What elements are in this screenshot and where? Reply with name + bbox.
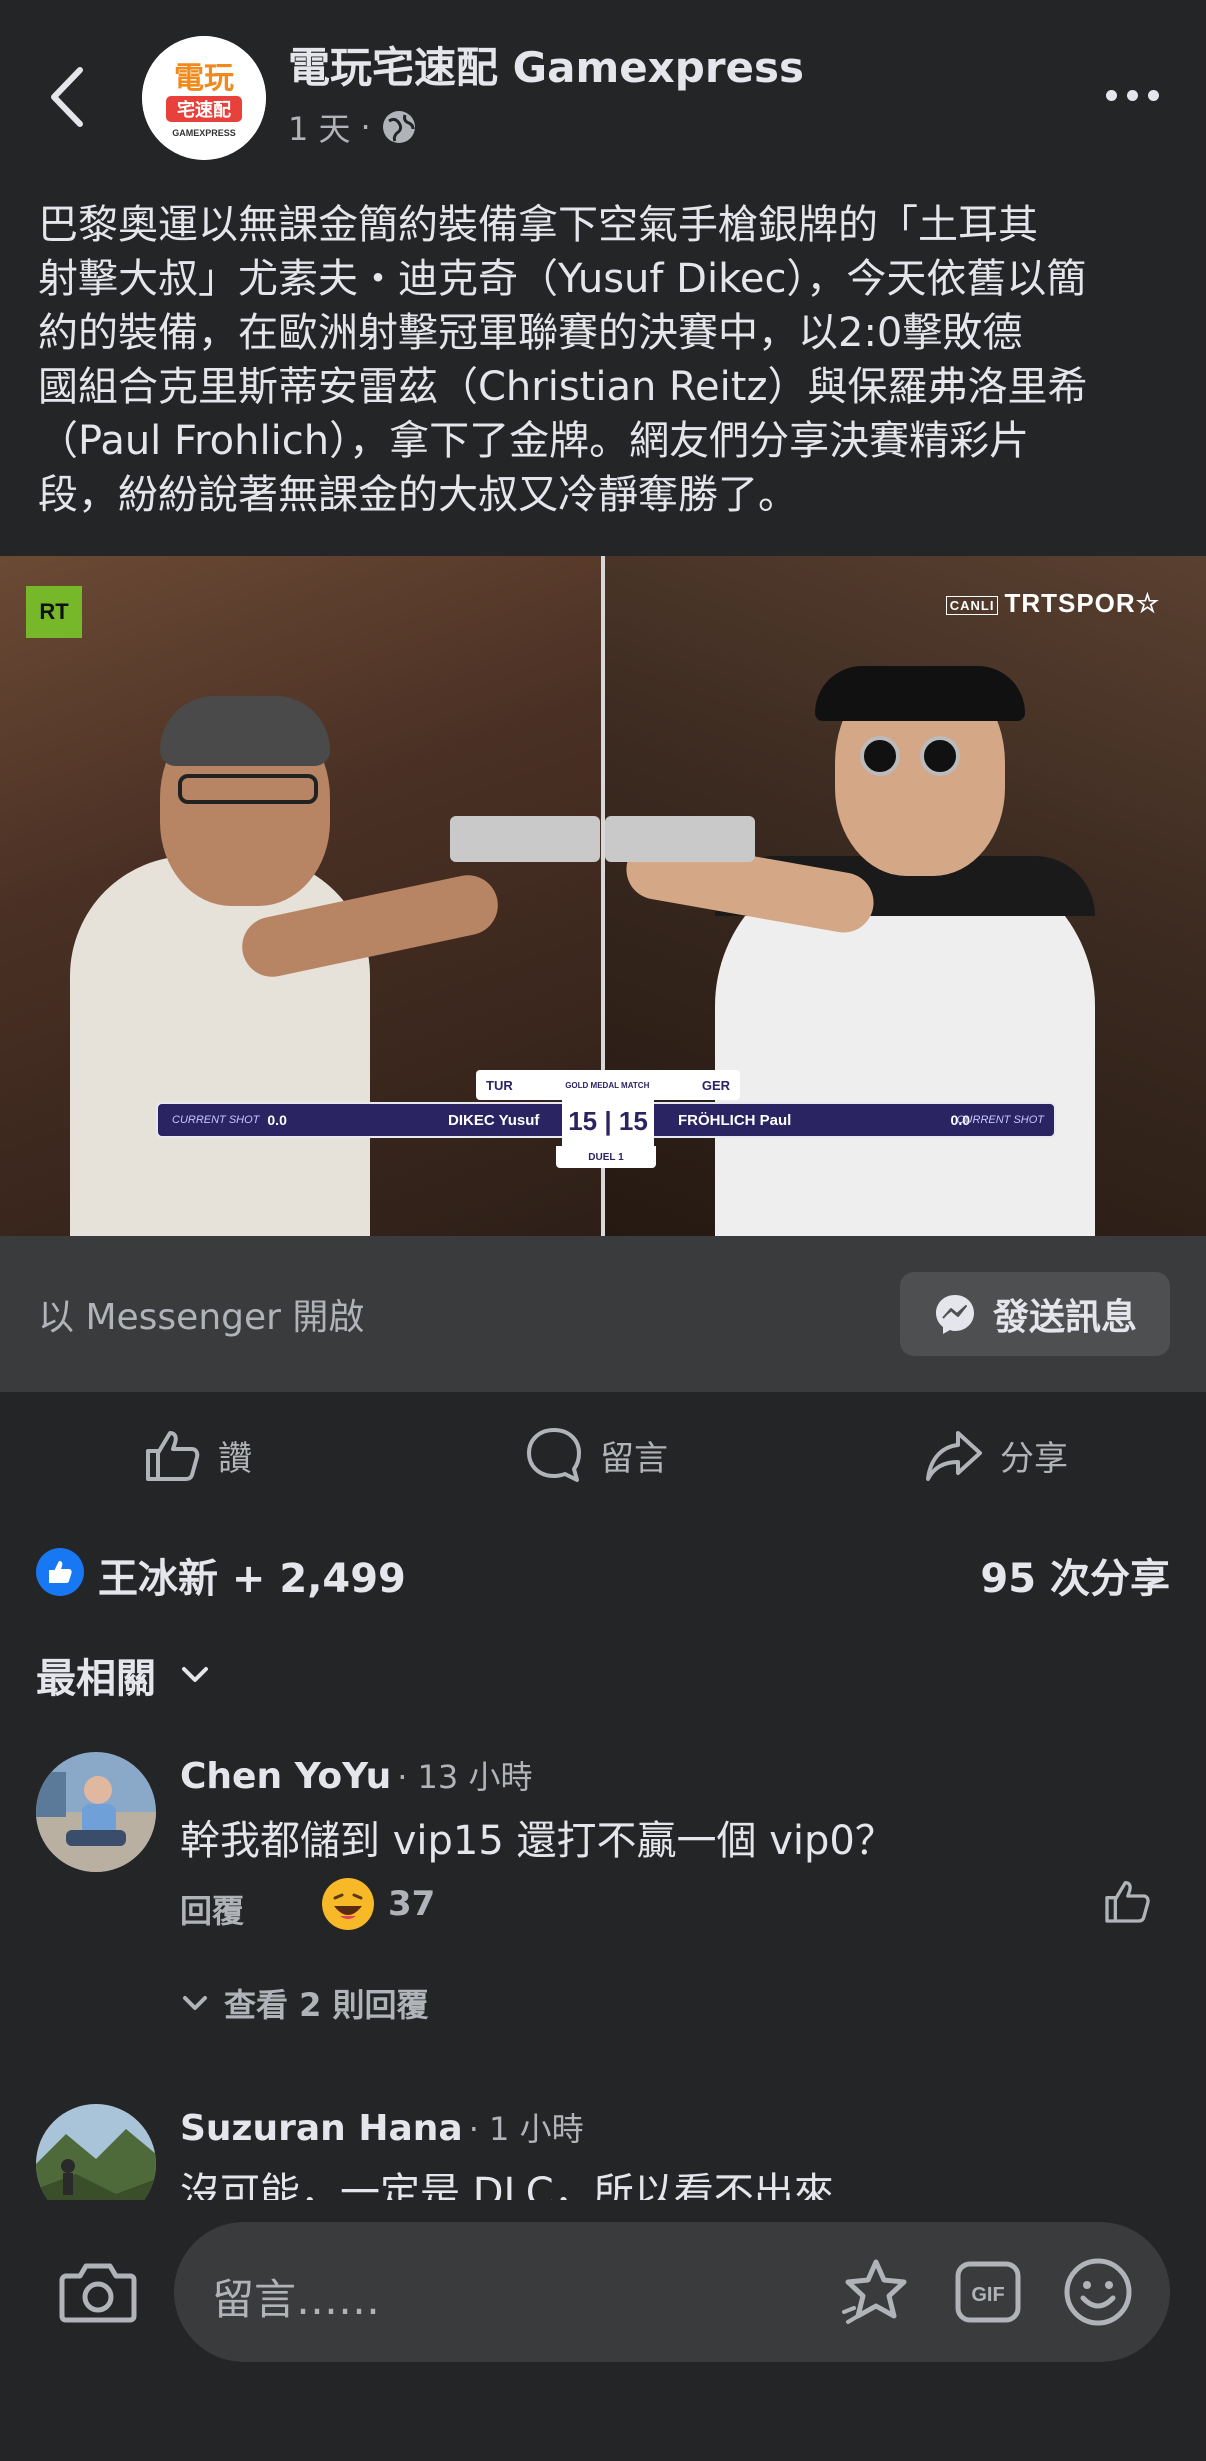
gamexpress-logo: 電玩 宅速配 GAMEXPRESS	[142, 36, 266, 160]
like-button[interactable]: 讚	[142, 1422, 252, 1488]
commenter-avatar[interactable]	[36, 2104, 156, 2200]
post-time: 1 天	[288, 110, 351, 148]
laughing-face-icon	[323, 1879, 373, 1929]
comment-bubble-icon	[527, 1428, 581, 1482]
sort-label: 最相關	[36, 1656, 156, 1702]
like-label: 讚	[218, 1438, 252, 1479]
thumbs-up-icon	[49, 1561, 72, 1583]
pistol-left	[450, 816, 600, 862]
svg-text:GAMEXPRESS: GAMEXPRESS	[172, 128, 236, 138]
gif-icon: GIF	[955, 2261, 1021, 2323]
match-score: 15 | 15	[562, 1092, 654, 1150]
country-ger: GER	[701, 1077, 730, 1093]
post-header: 電玩 宅速配 GAMEXPRESS 電玩宅速配 Gamexpress 1 天 ·	[0, 0, 1206, 180]
avatar-photo	[36, 1752, 156, 1872]
shooter-left-hair	[160, 696, 330, 766]
messenger-bar: 以 Messenger 開啟 發送訊息	[0, 1236, 1206, 1392]
svg-text:電玩: 電玩	[174, 61, 234, 96]
trt-spor-logo: CANLI TRTSPOR☆	[945, 588, 1160, 619]
shooting-glasses-lens	[920, 736, 960, 776]
scoreboard: CURRENT SHOT 0.0 DIKEC Yusuf 15 | 15 FRÖ…	[156, 1092, 1056, 1150]
comment-label: 留言	[600, 1438, 668, 1479]
camera-icon	[59, 2263, 137, 2323]
page-avatar[interactable]: 電玩 宅速配 GAMEXPRESS	[142, 36, 266, 160]
comment-time: · 13 小時	[397, 1758, 533, 1796]
comment-text: 沒可能，一定是 DLC，所以看不出來	[180, 2170, 834, 2200]
comment-placeholder: 留言……	[212, 2275, 381, 2324]
view-replies-label: 查看 2 則回覆	[224, 1986, 429, 2024]
camera-button[interactable]	[56, 2250, 140, 2334]
globe-icon	[382, 111, 415, 143]
gif-button[interactable]: GIF	[950, 2254, 1026, 2330]
comment-time: · 1 小時	[468, 2110, 584, 2148]
comment-like-button[interactable]	[1102, 1876, 1152, 1930]
more-dot-icon	[1147, 89, 1159, 101]
svg-text:GIF: GIF	[971, 2284, 1004, 2306]
comment-composer: 留言…… GIF	[0, 2200, 1206, 2461]
meta-separator: ·	[360, 108, 371, 146]
left-athlete-name: DIKEC Yusuf	[448, 1111, 540, 1129]
share-arrow-icon	[926, 1431, 982, 1481]
chevron-left-icon	[51, 67, 83, 127]
svg-text:宅速配: 宅速配	[177, 99, 231, 121]
reply-button[interactable]: 回覆	[180, 1886, 244, 1932]
comment-reactions[interactable]: 37	[322, 1878, 435, 1930]
match-title: GOLD MEDAL MATCH	[565, 1080, 650, 1090]
reaction-count: 37	[388, 1884, 436, 1924]
comment-sort-dropdown[interactable]: 最相關	[36, 1646, 210, 1704]
view-replies-button[interactable]: 查看 2 則回覆	[180, 1980, 429, 2026]
send-message-label: 發送訊息	[992, 1297, 1137, 1338]
pistol-right	[605, 816, 755, 862]
send-message-button[interactable]: 發送訊息	[900, 1272, 1170, 1356]
post-meta: 1 天 ·	[288, 104, 417, 150]
messenger-icon	[935, 1295, 974, 1334]
more-options-button[interactable]	[1102, 80, 1162, 110]
country-tur: TUR	[486, 1077, 513, 1093]
shooting-glasses-lens	[860, 736, 900, 776]
chevron-down-icon	[182, 1667, 208, 1682]
right-athlete-name: FRÖHLICH Paul	[678, 1111, 792, 1129]
commenter-name[interactable]: Chen YoYu · 13 小時	[180, 1752, 532, 1798]
avatar-sticker-button[interactable]	[836, 2254, 912, 2330]
shooter-left-glasses	[178, 774, 318, 804]
more-dot-icon	[1126, 89, 1138, 101]
thumbs-up-icon	[146, 1431, 200, 1481]
reactor-count: 王冰新 + 2,499	[98, 1556, 406, 1602]
comment-text: 幹我都儲到 vip15 還打不贏一個 vip0？	[180, 1818, 895, 1864]
duel-label: DUEL 1	[556, 1146, 656, 1168]
share-count[interactable]: 95 次分享	[980, 1546, 1170, 1604]
smiley-icon	[1064, 2258, 1132, 2326]
back-button[interactable]	[44, 62, 94, 132]
chevron-down-icon	[183, 1996, 207, 2010]
reactions-summary[interactable]: 王冰新 + 2,499 95 次分享	[36, 1540, 1170, 1604]
commenter-avatar[interactable]	[36, 1752, 156, 1872]
like-reaction-icon	[36, 1548, 84, 1596]
current-shot-label: CURRENT SHOT	[172, 1114, 260, 1126]
commenter-name[interactable]: Suzuran Hana · 1 小時	[180, 2104, 584, 2150]
post-text: 巴黎奧運以無課金簡約裝備拿下空氣手槍銀牌的「土耳其 射擊大叔」尤素夫・迪克奇（Y…	[38, 202, 1088, 518]
post-video[interactable]: RT CANLI TRTSPOR☆ TUR GOLD MEDAL MATCH GE…	[0, 556, 1206, 1236]
emoji-button[interactable]	[1060, 2254, 1136, 2330]
comment-item: Chen YoYu · 13 小時 幹我都儲到 vip15 還打不贏一個 vip0…	[0, 1752, 1206, 2052]
avatar-photo	[36, 2104, 156, 2200]
left-current-shot: 0.0	[267, 1112, 287, 1128]
sticker-star-icon	[842, 2259, 907, 2324]
share-button[interactable]: 分享	[924, 1422, 1068, 1488]
comment-item: Suzuran Hana · 1 小時 沒可能，一定是 DLC，所以看不出來	[0, 2104, 1206, 2200]
rt-logo: RT	[26, 586, 82, 638]
more-dot-icon	[1105, 89, 1117, 101]
share-label: 分享	[1000, 1438, 1068, 1479]
current-shot-label: CURRENT SHOT	[956, 1114, 1044, 1126]
page-name[interactable]: 電玩宅速配 Gamexpress	[288, 34, 804, 95]
shooter-right-visor	[815, 666, 1025, 721]
comment-input[interactable]: 留言…… GIF	[174, 2222, 1170, 2362]
laughing-emoji-icon	[322, 1878, 374, 1930]
comment-button[interactable]: 留言	[524, 1422, 668, 1488]
messenger-open-label: 以 Messenger 開啟	[38, 1297, 365, 1338]
thumbs-up-icon	[1105, 1881, 1150, 1923]
post-actions: 讚 留言 分享	[0, 1392, 1206, 1516]
